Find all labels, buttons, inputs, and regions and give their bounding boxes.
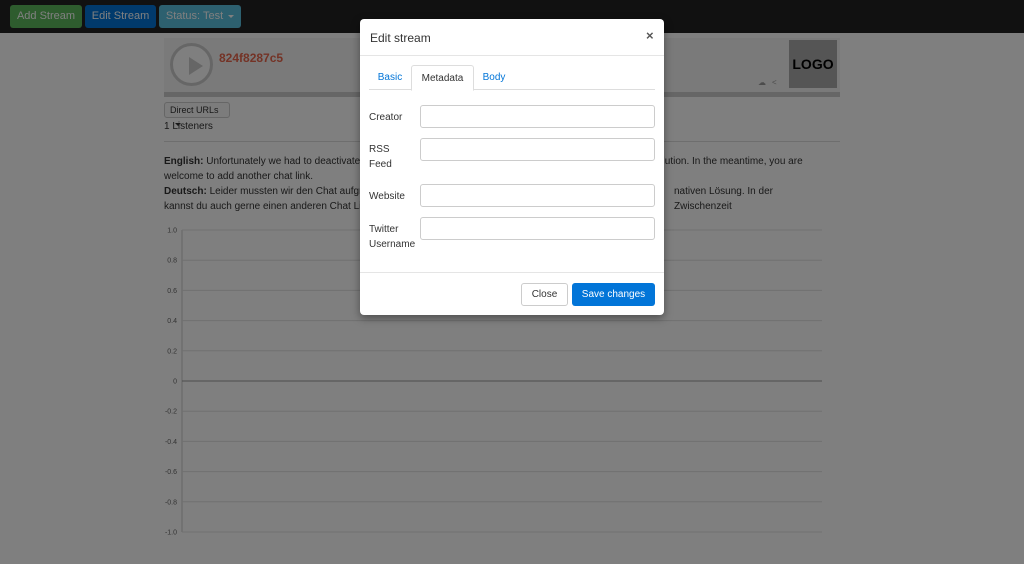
twitter-label-line-1: Twitter (369, 224, 399, 235)
twitter-username-label: Twitter Username (369, 222, 419, 252)
tab-basic[interactable]: Basic (369, 65, 411, 90)
tab-metadata[interactable]: Metadata (411, 65, 474, 91)
creator-label: Creator (369, 112, 403, 123)
modal-header: Edit stream × (360, 19, 664, 56)
website-label: Website (369, 191, 405, 202)
save-changes-button[interactable]: Save changes (572, 283, 655, 306)
twitter-username-input[interactable] (420, 217, 655, 240)
edit-stream-modal: Edit stream × Basic Metadata Body Creato… (360, 19, 664, 315)
twitter-label-line-2: Username (369, 239, 416, 250)
rss-label-line-1: RSS (369, 144, 390, 155)
close-button[interactable]: Close (521, 283, 568, 306)
rss-feed-label: RSS Feed (369, 142, 419, 172)
modal-footer: Close Save changes (360, 272, 664, 315)
website-input[interactable] (420, 184, 655, 207)
rss-label-line-2: Feed (369, 159, 392, 170)
rss-feed-input[interactable] (420, 138, 655, 161)
modal-title: Edit stream (370, 31, 431, 45)
tab-body[interactable]: Body (474, 65, 514, 90)
creator-input[interactable] (420, 105, 655, 128)
modal-tabs: Basic Metadata Body (369, 65, 655, 91)
close-icon[interactable]: × (646, 29, 654, 43)
